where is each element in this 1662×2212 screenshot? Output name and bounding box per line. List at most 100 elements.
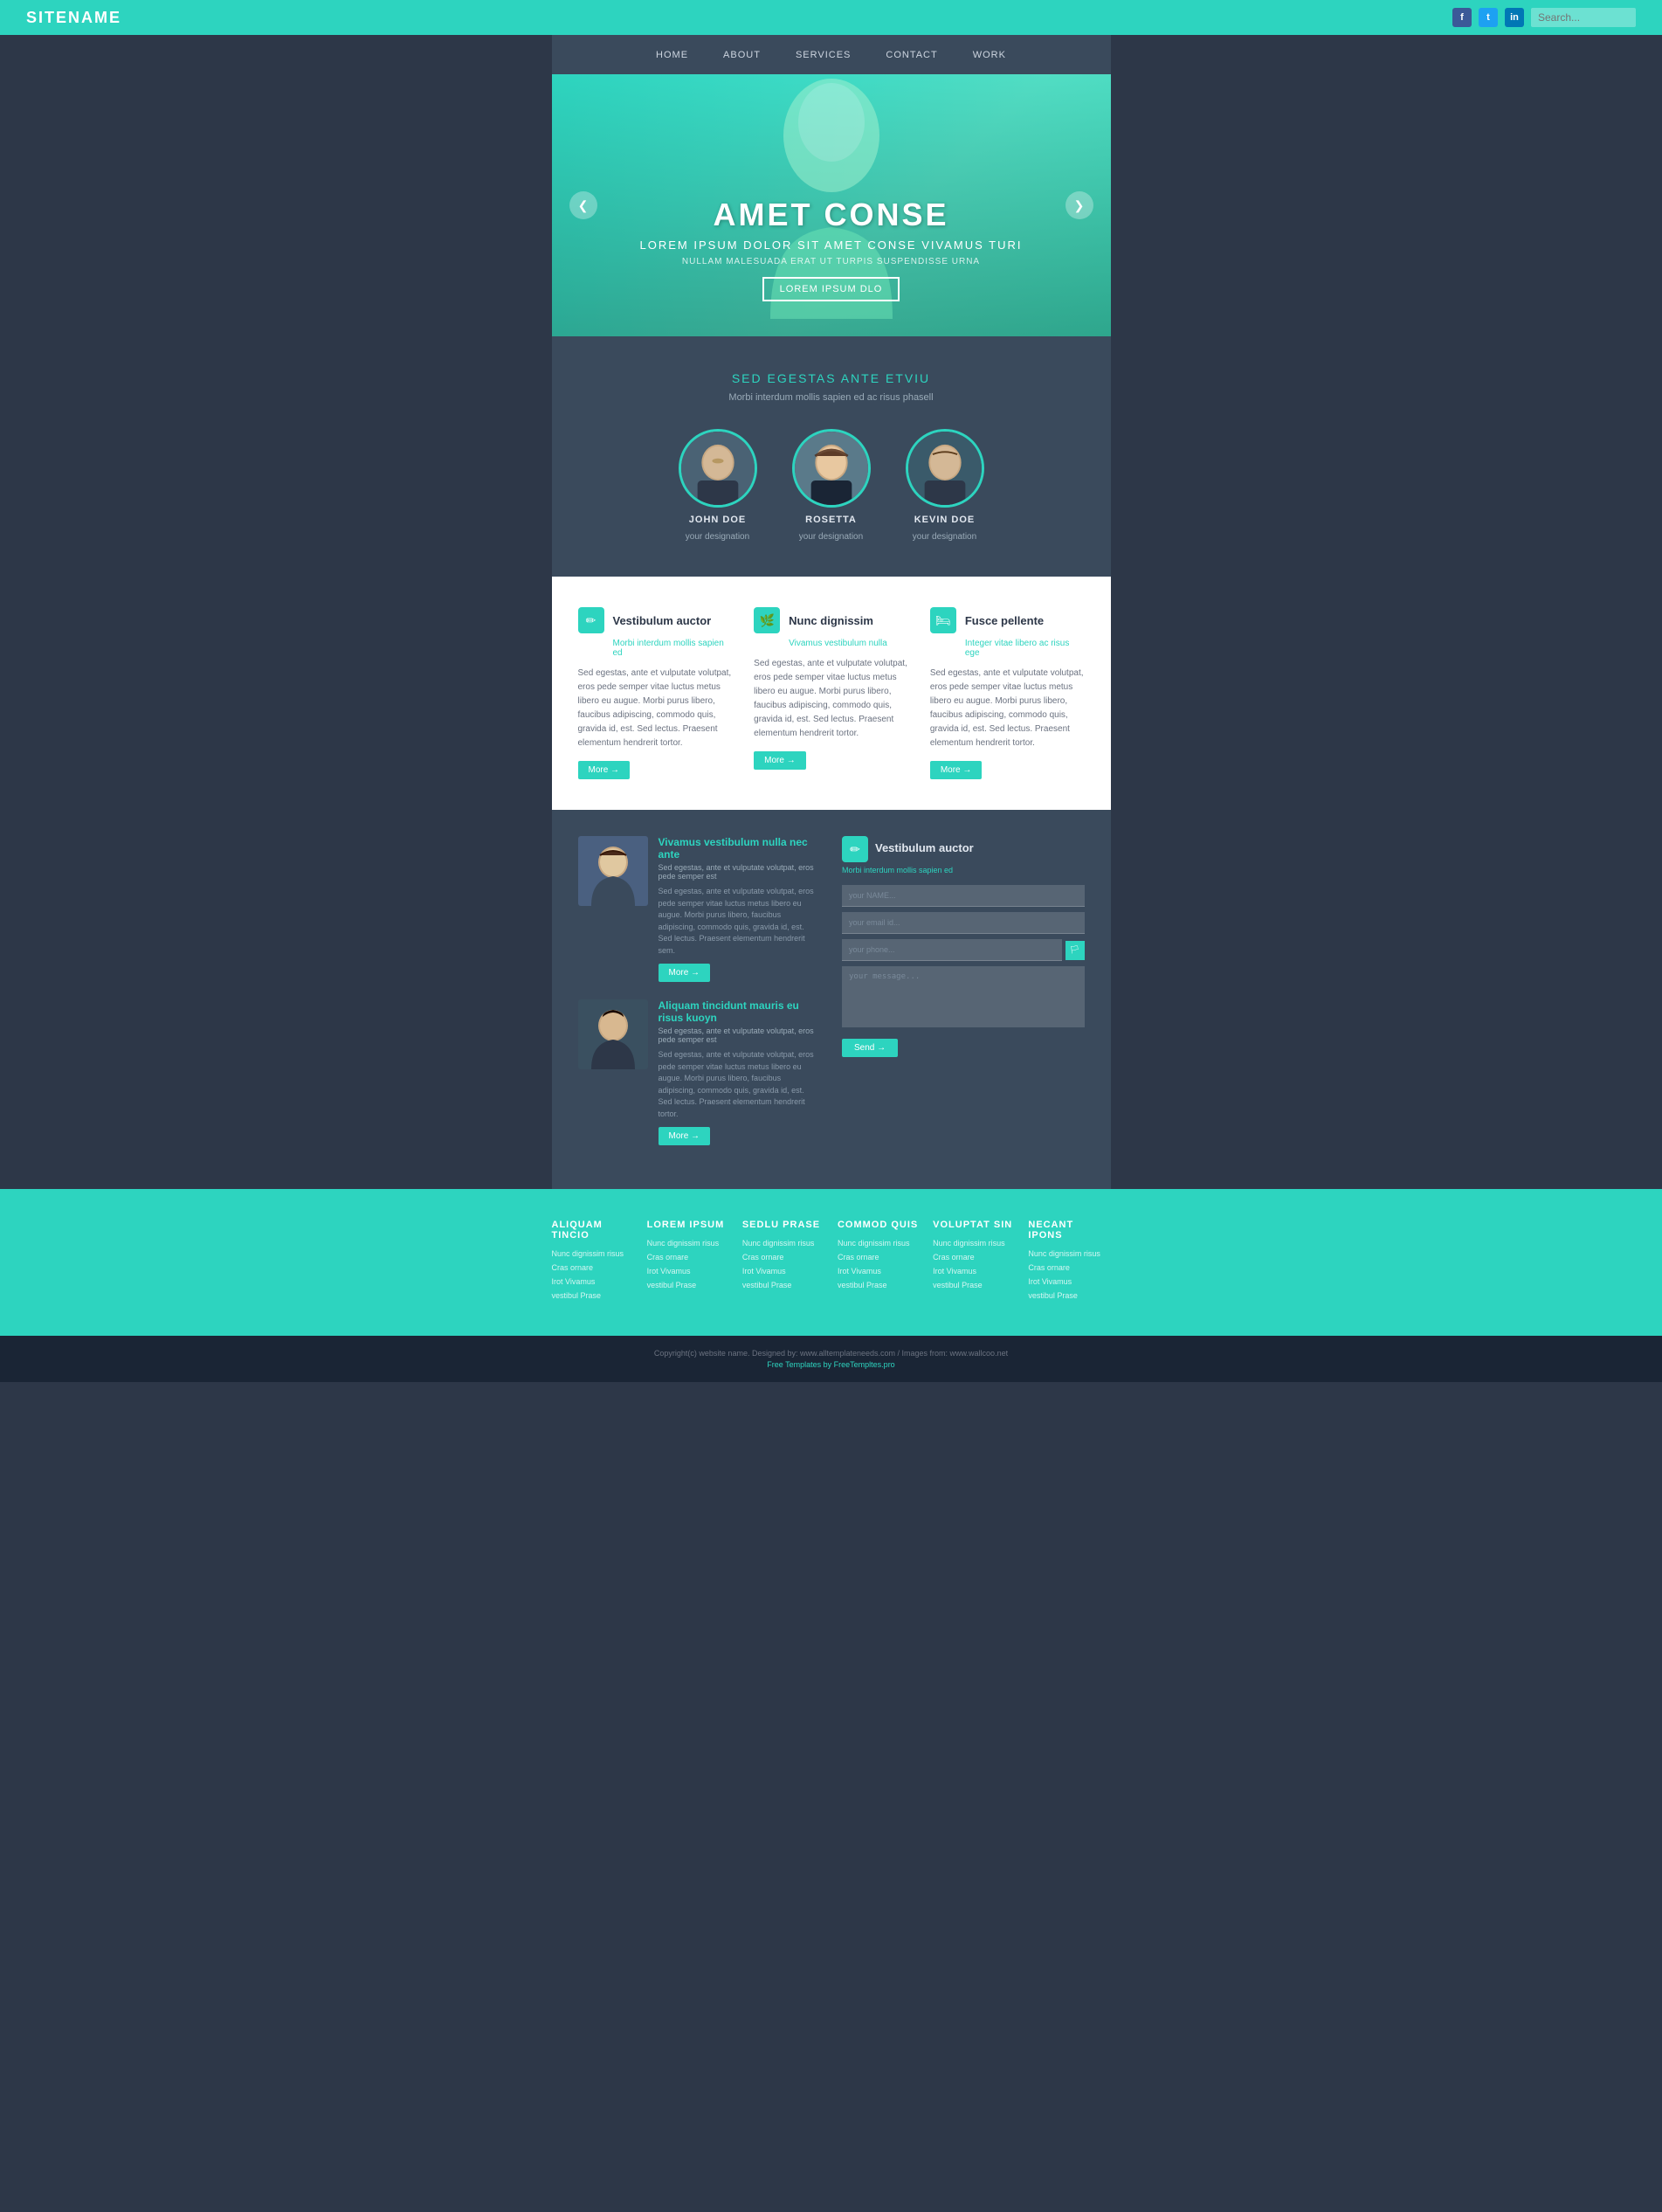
nav-bar: HOME ABOUT SERVICES CONTACT WORK [552, 35, 1111, 74]
footer-col-6-link-4[interactable]: vestibul Prase [1028, 1291, 1110, 1300]
blog-post-2-more-button[interactable]: More → [659, 1127, 711, 1145]
team-section: SED EGESTAS ANTE ETVIU Morbi interdum mo… [552, 336, 1111, 577]
footer-col-4-link-3[interactable]: Irot Vivamus [838, 1267, 920, 1275]
footer-col-6-link-2[interactable]: Cras ornare [1028, 1263, 1110, 1272]
services-section: ✏ Vestibulum auctor Morbi interdum molli… [552, 577, 1111, 810]
footer-col-6: NECANT IPONS Nunc dignissim risus Cras o… [1028, 1220, 1110, 1305]
footer-col-5: VOLUPTAT SIN Nunc dignissim risus Cras o… [933, 1220, 1015, 1305]
contact-title: Vestibulum auctor [875, 841, 974, 854]
footer-col-1-link-2[interactable]: Cras ornare [552, 1263, 634, 1272]
phone-flag-icon: 🏳 [1065, 941, 1085, 960]
blog-post-1-text: Sed egestas, ante et vulputate volutpat,… [659, 886, 821, 957]
footer-col-1-link-1[interactable]: Nunc dignissim risus [552, 1249, 634, 1258]
footer-col-6-link-3[interactable]: Irot Vivamus [1028, 1277, 1110, 1286]
contact-name-input[interactable] [842, 885, 1085, 907]
team-member-1-designation: your designation [686, 532, 749, 542]
blog-post-1: Vivamus vestibulum nulla nec ante Sed eg… [578, 836, 821, 982]
avatar-kevindoe [906, 429, 984, 508]
nav-services[interactable]: SERVICES [796, 50, 851, 60]
avatar-rosetta [792, 429, 871, 508]
service-3-more-button[interactable]: More → [930, 761, 983, 779]
footer-col-5-link-3[interactable]: Irot Vivamus [933, 1267, 1015, 1275]
footer-col-4-title: COMMOD QUIS [838, 1220, 920, 1230]
service-1-subtitle: Morbi interdum mollis sapien ed [578, 639, 733, 658]
footer-col-2-link-4[interactable]: vestibul Prase [647, 1281, 729, 1289]
blog-post-2-image [578, 999, 648, 1069]
hero-title: AMET CONSE [640, 197, 1023, 233]
blog-post-1-image [578, 836, 648, 906]
avatar-johndoe [679, 429, 757, 508]
blog-post-2-image-svg [578, 999, 648, 1069]
linkedin-icon[interactable]: in [1505, 8, 1524, 27]
service-2-more-button[interactable]: More → [754, 751, 806, 770]
slider-prev-button[interactable]: ❮ [569, 191, 597, 219]
contact-subtitle: Morbi interdum mollis sapien ed [842, 866, 1085, 874]
team-member-2-name: ROSETTA [805, 515, 857, 525]
nav-home[interactable]: HOME [656, 50, 688, 60]
footer-col-2-link-3[interactable]: Irot Vivamus [647, 1267, 729, 1275]
facebook-icon[interactable]: f [1452, 8, 1472, 27]
avatar-kevindoe-image [908, 432, 982, 505]
service-3-text: Sed egestas, ante et vulputate volutpat,… [930, 667, 1085, 750]
footer-col-4-link-2[interactable]: Cras ornare [838, 1253, 920, 1262]
social-search-group: f t in [1452, 8, 1636, 27]
blog-post-2-title: Aliquam tincidunt mauris eu risus kuoyn [659, 999, 821, 1024]
service-1-icon: ✏ [578, 607, 604, 633]
team-member-2-designation: your designation [799, 532, 863, 542]
footer-col-5-link-4[interactable]: vestibul Prase [933, 1281, 1015, 1289]
service-3-header: 🛏 Fusce pellente [930, 607, 1085, 633]
service-1-text: Sed egestas, ante et vulputate volutpat,… [578, 667, 733, 750]
footer-col-2: LOREM IPSUM Nunc dignissim risus Cras or… [647, 1220, 729, 1305]
service-3-icon: 🛏 [930, 607, 956, 633]
footer-col-6-title: NECANT IPONS [1028, 1220, 1110, 1241]
footer-col-3-link-2[interactable]: Cras ornare [742, 1253, 824, 1262]
contact-send-button[interactable]: Send → [842, 1039, 898, 1057]
footer-col-2-link-2[interactable]: Cras ornare [647, 1253, 729, 1262]
footer-col-5-link-2[interactable]: Cras ornare [933, 1253, 1015, 1262]
team-member-3-designation: your designation [913, 532, 976, 542]
search-input[interactable] [1531, 8, 1636, 27]
nav-about[interactable]: ABOUT [723, 50, 761, 60]
nav-contact[interactable]: CONTACT [886, 50, 937, 60]
contact-email-input[interactable] [842, 912, 1085, 934]
footer-col-3-link-1[interactable]: Nunc dignissim risus [742, 1239, 824, 1248]
contact-icon: ✏ [842, 836, 868, 862]
service-1-title: Vestibulum auctor [613, 614, 712, 627]
hero-subtitle2: NULLAM MALESUADA ERAT UT TURPIS SUSPENDI… [640, 257, 1023, 266]
footer-bottom: Copyright(c) website name. Designed by: … [0, 1336, 1662, 1382]
twitter-icon[interactable]: t [1479, 8, 1498, 27]
hero-subtitle: LOREM IPSUM DOLOR SIT AMET CONSE VIVAMUS… [640, 238, 1023, 252]
footer-col-4-link-1[interactable]: Nunc dignissim risus [838, 1239, 920, 1248]
footer-col-3-link-3[interactable]: Irot Vivamus [742, 1267, 824, 1275]
contact-message-textarea[interactable] [842, 966, 1085, 1027]
service-2-icon: 🌿 [754, 607, 780, 633]
contact-phone-row: 🏳 [842, 939, 1085, 961]
footer-col-3: SEDLU PRASE Nunc dignissim risus Cras or… [742, 1220, 824, 1305]
service-3-subtitle: Integer vitae libero ac risus ege [930, 639, 1085, 658]
footer-col-5-link-1[interactable]: Nunc dignissim risus [933, 1239, 1015, 1248]
blog-post-1-excerpt: Sed egestas, ante et vulputate volutpat,… [659, 863, 821, 881]
footer-columns: ALIQUAM TINCIO Nunc dignissim risus Cras… [552, 1220, 1111, 1305]
blog-post-1-more-button[interactable]: More → [659, 964, 711, 982]
footer-col-4-link-4[interactable]: vestibul Prase [838, 1281, 920, 1289]
top-bar: SITENAME f t in [0, 0, 1662, 35]
footer-col-3-link-4[interactable]: vestibul Prase [742, 1281, 824, 1289]
footer-col-1-link-4[interactable]: vestibul Prase [552, 1291, 634, 1300]
footer-col-2-link-1[interactable]: Nunc dignissim risus [647, 1239, 729, 1248]
nav-work[interactable]: WORK [973, 50, 1006, 60]
contact-phone-input[interactable] [842, 939, 1062, 961]
service-2-text: Sed egestas, ante et vulputate volutpat,… [754, 657, 908, 741]
service-2-title: Nunc dignissim [789, 614, 873, 627]
team-member-3-name: KEVIN DOE [914, 515, 976, 525]
service-1-more-button[interactable]: More → [578, 761, 631, 779]
footer-col-4: COMMOD QUIS Nunc dignissim risus Cras or… [838, 1220, 920, 1305]
service-3-title: Fusce pellente [965, 614, 1044, 627]
hero-cta-button[interactable]: LOREM IPSUM DLO [762, 277, 900, 301]
blog-post-2: Aliquam tincidunt mauris eu risus kuoyn … [578, 999, 821, 1145]
footer-col-6-link-1[interactable]: Nunc dignissim risus [1028, 1249, 1110, 1258]
slider-next-button[interactable]: ❯ [1065, 191, 1093, 219]
team-member-2: ROSETTA your designation [792, 429, 871, 542]
blog-contact-section: Vivamus vestibulum nulla nec ante Sed eg… [552, 810, 1111, 1189]
footer-col-1-link-3[interactable]: Irot Vivamus [552, 1277, 634, 1286]
footer-col-2-title: LOREM IPSUM [647, 1220, 729, 1230]
